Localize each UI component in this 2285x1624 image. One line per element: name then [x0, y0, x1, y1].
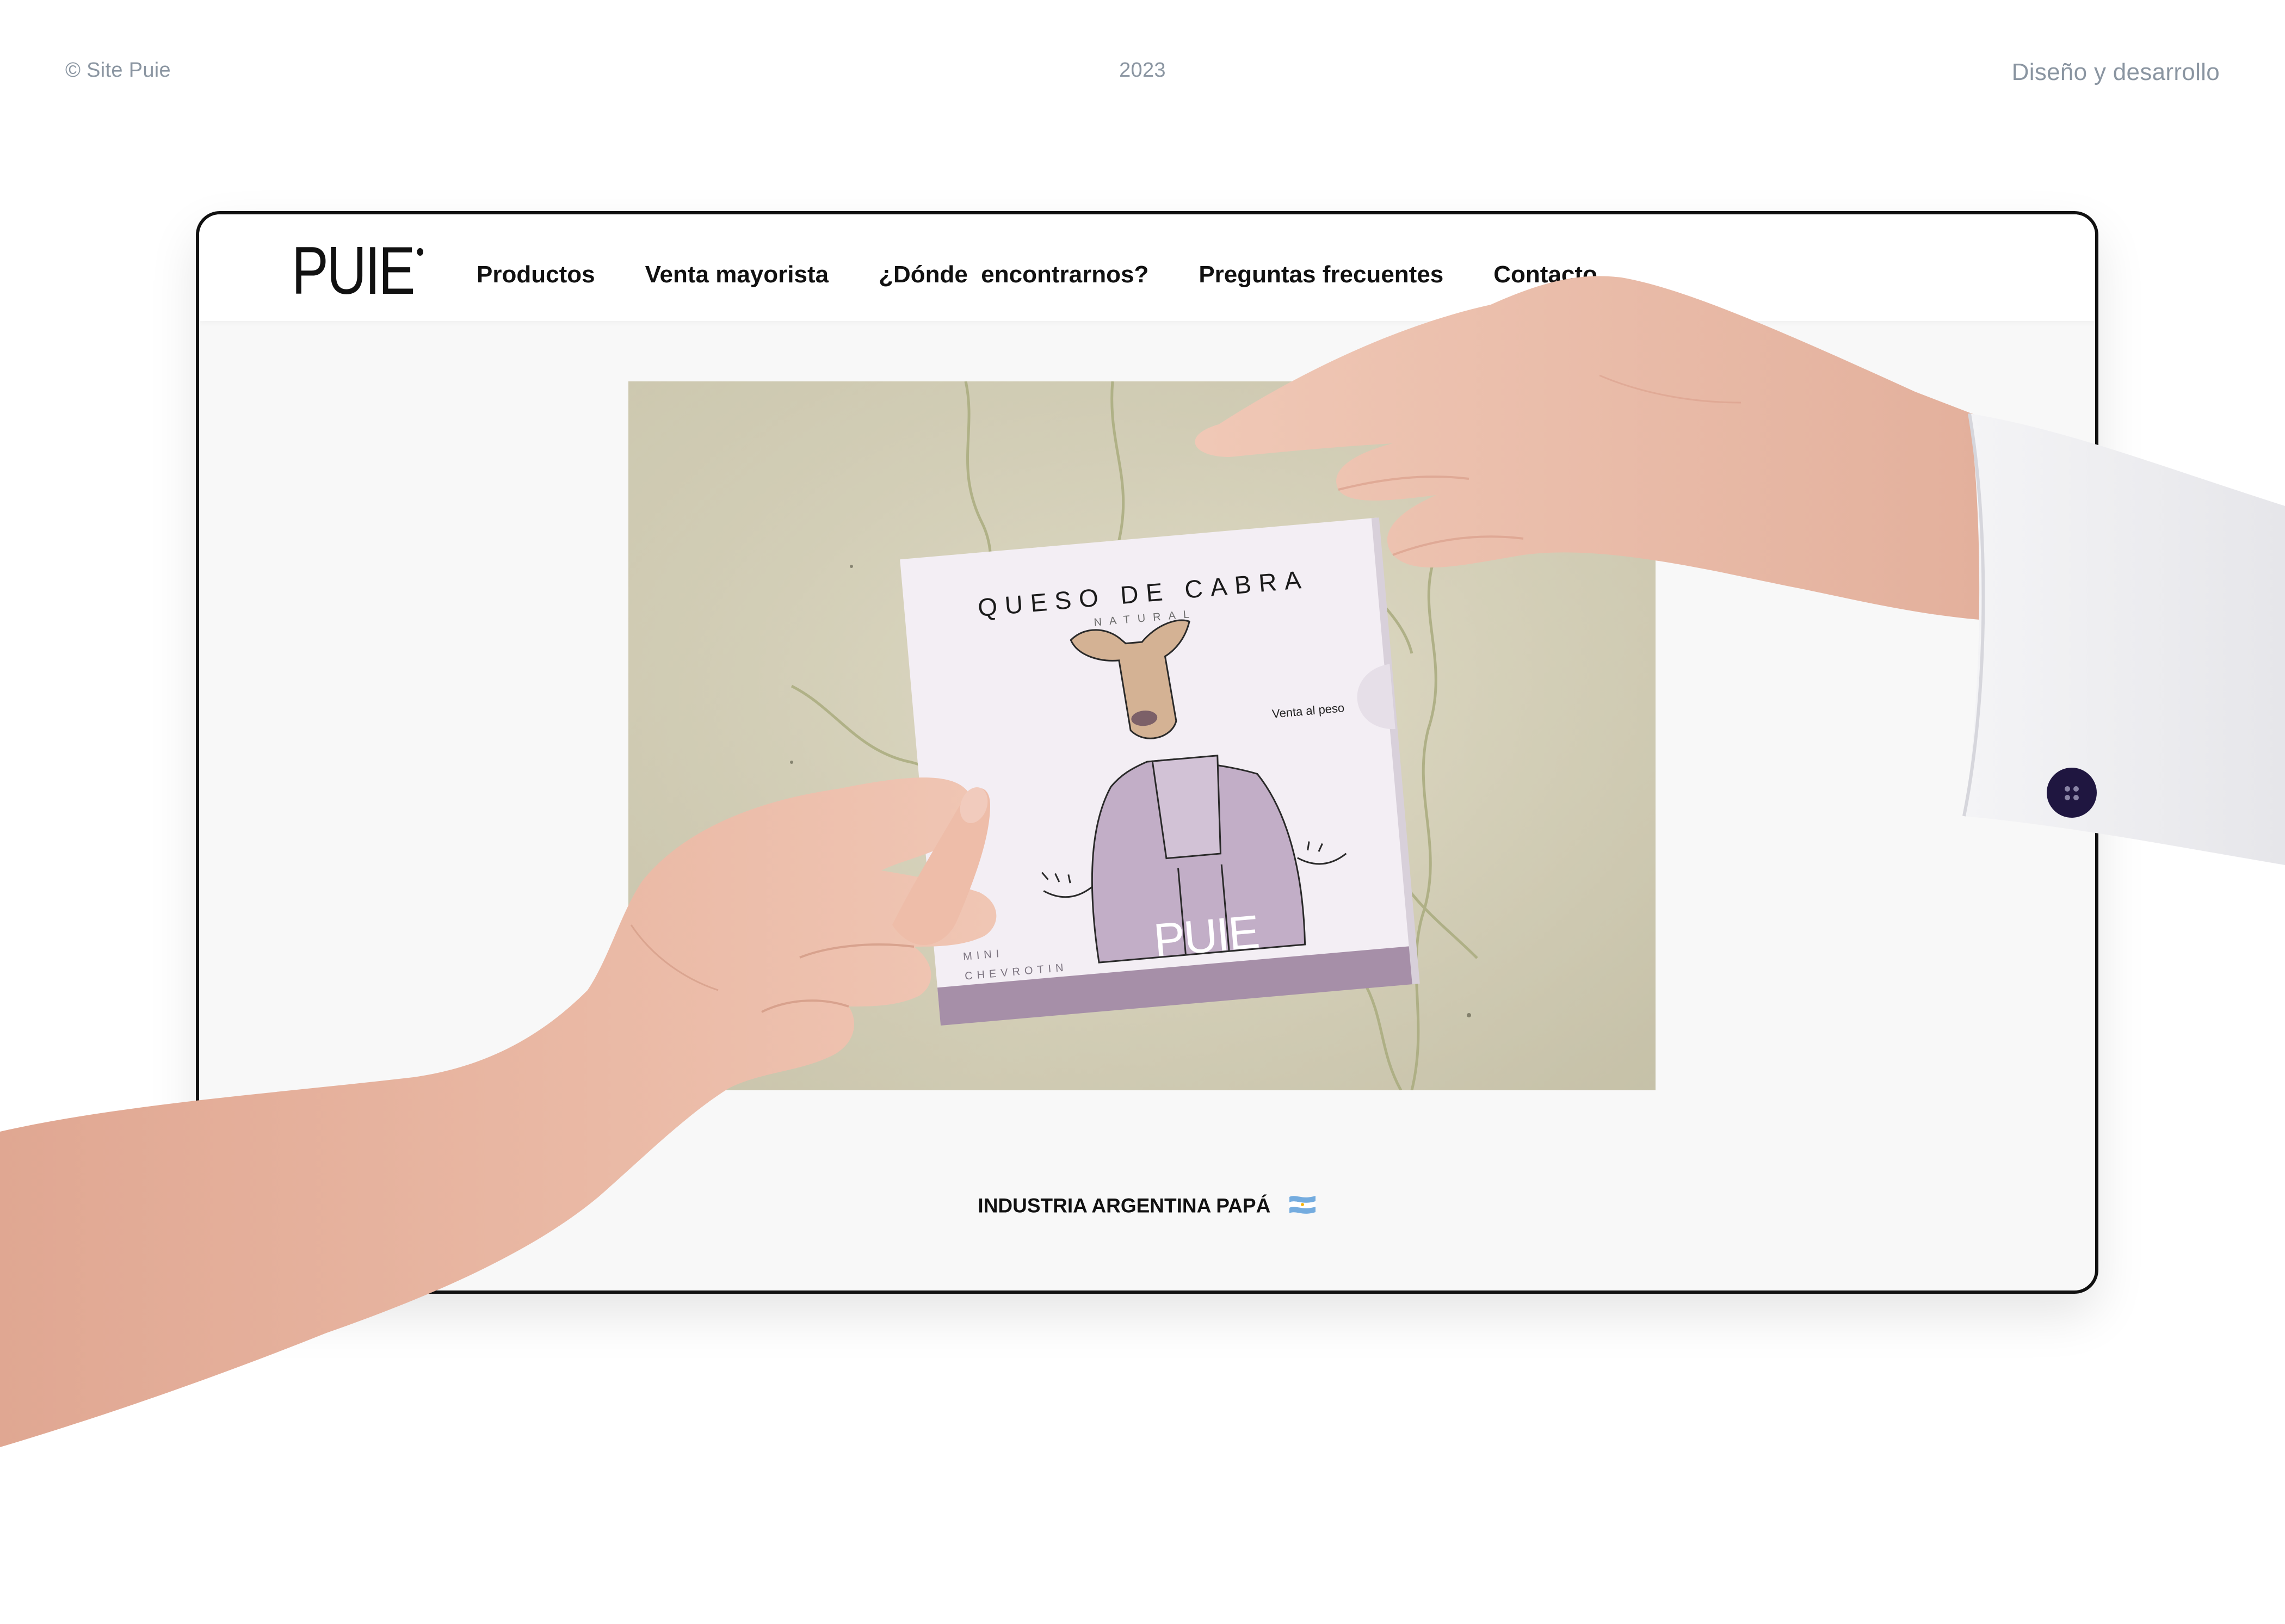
stone-texture: [628, 381, 1656, 1090]
year-text: 2023: [1119, 59, 1166, 82]
tagline-text: INDUSTRIA ARGENTINA PAPÁ: [978, 1194, 1271, 1217]
credit-text: Diseño y desarrollo: [2011, 59, 2220, 85]
nav-item-contacto[interactable]: Contacto: [1493, 261, 1597, 288]
browser-frame: PUIE Productos Venta mayorista ¿Dónde en…: [196, 211, 2098, 1294]
site-logo[interactable]: PUIE: [292, 237, 424, 305]
site-navbar: PUIE Productos Venta mayorista ¿Dónde en…: [199, 214, 2095, 321]
logo-text: PUIE: [292, 233, 415, 308]
nav-item-donde-encontrarnos[interactable]: ¿Dónde encontrarnos?: [879, 261, 1148, 288]
nav-item-venta-mayorista[interactable]: Venta mayorista: [645, 261, 829, 288]
nav-item-preguntas-frecuentes[interactable]: Preguntas frecuentes: [1199, 261, 1443, 288]
logo-dot: [417, 248, 424, 256]
argentina-flag-icon: [1288, 1194, 1317, 1220]
hero-image: [628, 381, 1656, 1090]
presentation-page: © Site Puie 2023 Diseño y desarrollo PUI…: [0, 0, 2285, 1624]
tagline: INDUSTRIA ARGENTINA PAPÁ: [199, 1194, 2095, 1220]
nav-item-productos[interactable]: Productos: [477, 261, 595, 288]
main-nav: Productos Venta mayorista ¿Dónde encontr…: [477, 261, 1647, 288]
